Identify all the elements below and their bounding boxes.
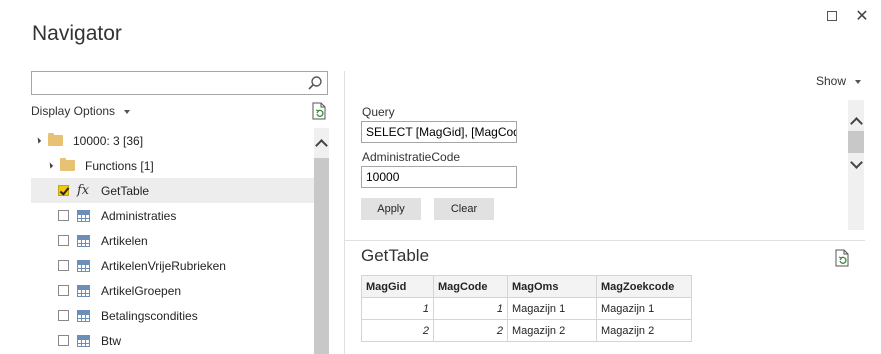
query-label: Query [362, 105, 395, 119]
tree-label: Artikelen [101, 233, 148, 248]
table-cell: Magazijn 2 [596, 319, 692, 342]
table-cell: 1 [361, 297, 434, 320]
close-icon: ✕ [855, 8, 869, 25]
chevron-down-icon[interactable] [850, 156, 863, 169]
column-header[interactable]: MagCode [433, 275, 508, 298]
scrollbar-thumb[interactable] [314, 158, 329, 354]
tree-scrollbar[interactable] [314, 128, 329, 354]
expand-arrow-icon[interactable] [46, 162, 54, 169]
table-cell: 2 [433, 319, 508, 342]
table-cell: Magazijn 1 [596, 297, 692, 320]
tree-node-functions[interactable]: Functions [1] [31, 153, 314, 178]
show-label: Show [816, 74, 847, 88]
search-input[interactable] [31, 71, 328, 95]
table-row: 2 2 Magazijn 2 Magazijn 2 [361, 319, 692, 342]
table-icon [77, 284, 90, 297]
maximize-button[interactable] [821, 6, 843, 26]
tree-item-artikelenvrijerubrieken[interactable]: ArtikelenVrijeRubrieken [31, 253, 314, 278]
chevron-up-icon[interactable] [850, 117, 863, 130]
display-options-dropdown[interactable]: Display Options [31, 104, 131, 118]
table-icon [77, 209, 90, 222]
tree-item-administraties[interactable]: Administraties [31, 203, 314, 228]
column-header[interactable]: MagGid [361, 275, 434, 298]
checkbox[interactable] [58, 185, 69, 196]
table-cell: Magazijn 2 [507, 319, 597, 342]
tree-item-btw[interactable]: Btw [31, 328, 314, 353]
checkbox[interactable] [58, 285, 69, 296]
tree-item-artikelen[interactable]: Artikelen [31, 228, 314, 253]
preview-table: MagGid MagCode MagOms MagZoekcode 1 1 Ma… [361, 275, 692, 342]
table-cell: 2 [361, 319, 434, 342]
table-header-row: MagGid MagCode MagOms MagZoekcode [361, 275, 692, 298]
tree-item-betalingscondities[interactable]: Betalingscondities [31, 303, 314, 328]
checkbox[interactable] [58, 235, 69, 246]
show-dropdown[interactable]: Show [816, 74, 862, 88]
refresh-icon[interactable] [311, 102, 327, 120]
chevron-up-icon[interactable] [315, 139, 328, 152]
tree-label: 10000: 3 [36] [73, 133, 144, 148]
scrollbar-thumb[interactable] [848, 131, 864, 153]
apply-button[interactable]: Apply [361, 198, 421, 220]
tree-item-artikelgroepen[interactable]: ArtikelGroepen [31, 278, 314, 303]
column-header[interactable]: MagZoekcode [596, 275, 692, 298]
table-cell: Magazijn 1 [507, 297, 597, 320]
tree-label: ArtikelGroepen [101, 283, 182, 298]
refresh-icon[interactable] [834, 249, 850, 267]
chevron-down-icon [124, 109, 131, 114]
checkbox[interactable] [58, 310, 69, 321]
tree-label: Administraties [101, 208, 177, 223]
administratiecode-input[interactable]: 10000 [361, 166, 517, 188]
table-icon [77, 309, 90, 322]
tree-label: ArtikelenVrijeRubrieken [101, 258, 226, 273]
pane-divider [344, 71, 345, 354]
folder-icon [48, 133, 63, 146]
folder-icon [60, 158, 75, 171]
table-icon [77, 234, 90, 247]
parameters-scrollbar[interactable] [848, 100, 864, 230]
checkbox[interactable] [58, 335, 69, 346]
expand-arrow-icon[interactable] [34, 137, 42, 144]
function-icon: fx [77, 183, 90, 198]
close-button[interactable]: ✕ [851, 6, 873, 26]
preview-title: GetTable [361, 246, 430, 265]
tree-node-database[interactable]: 10000: 3 [36] [31, 128, 314, 153]
window-title: Navigator [32, 22, 122, 45]
administratiecode-label: AdministratieCode [362, 150, 461, 164]
table-row: 1 1 Magazijn 1 Magazijn 1 [361, 297, 692, 320]
checkbox[interactable] [58, 260, 69, 271]
checkbox[interactable] [58, 210, 69, 221]
tree-label: Functions [1] [85, 158, 154, 173]
clear-button[interactable]: Clear [434, 198, 494, 220]
table-icon [77, 334, 90, 347]
tree-label: Btw [101, 333, 122, 348]
query-input[interactable]: SELECT [MagGid], [MagCode [361, 121, 517, 143]
section-divider [345, 240, 865, 241]
maximize-icon [827, 11, 837, 21]
table-icon [77, 259, 90, 272]
tree-label: Betalingscondities [101, 308, 198, 323]
column-header[interactable]: MagOms [507, 275, 597, 298]
display-options-label: Display Options [31, 104, 116, 118]
table-cell: 1 [433, 297, 508, 320]
search-icon[interactable] [307, 75, 323, 91]
navigator-tree: 10000: 3 [36] Functions [1] fx GetTable … [31, 128, 314, 354]
chevron-down-icon [855, 79, 862, 84]
tree-label: GetTable [101, 183, 150, 198]
tree-item-gettable[interactable]: fx GetTable [31, 178, 314, 203]
